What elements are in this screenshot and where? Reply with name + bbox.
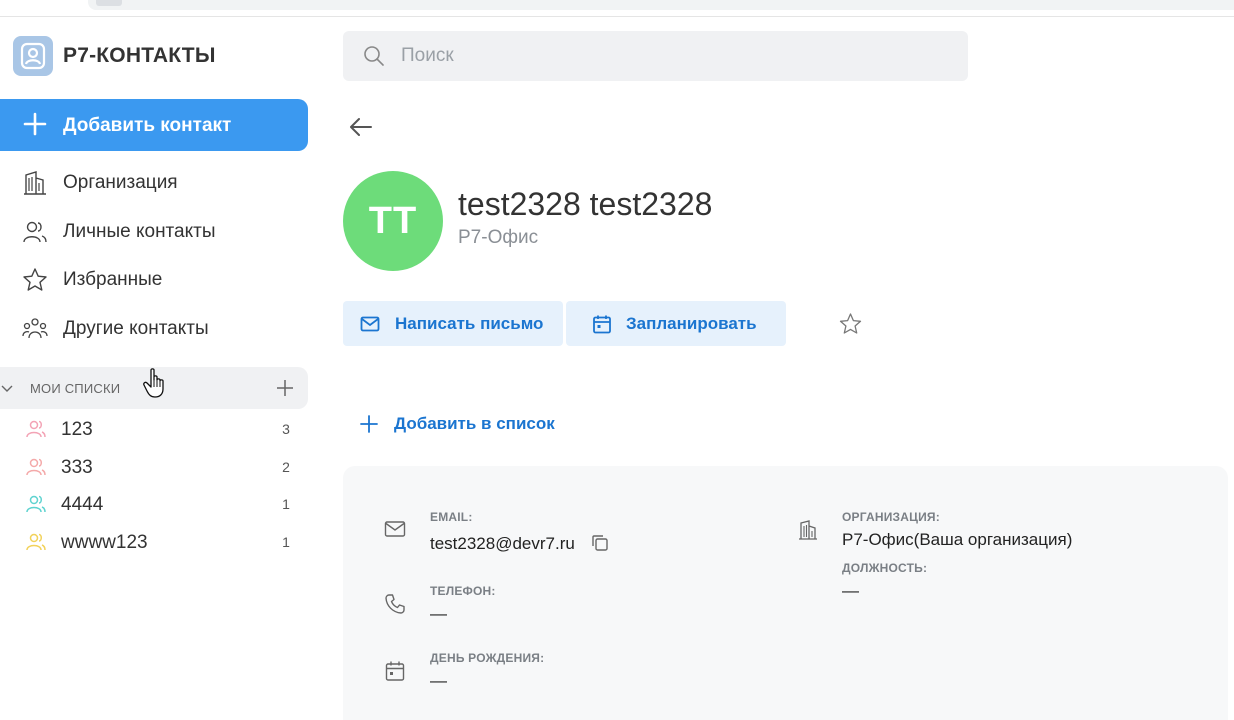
search-icon — [364, 46, 384, 66]
back-arrow-icon[interactable] — [347, 113, 375, 141]
search-bar[interactable] — [343, 31, 968, 81]
contact-name: test2328 test2328 — [458, 186, 713, 222]
organization-value: Р7-Офис(Ваша организация) — [842, 530, 1073, 549]
site-favicon — [96, 0, 122, 6]
hand-cursor-icon — [143, 368, 164, 398]
add-contact-label: Добавить контакт — [63, 115, 232, 136]
envelope-icon — [384, 521, 406, 537]
phone-icon — [385, 594, 405, 614]
brand-name: Р7-КОНТАКТЫ — [63, 44, 216, 67]
list-users-icon — [26, 458, 46, 476]
browser-top-strip — [0, 0, 1234, 17]
sidebar-item-label: Личные контакты — [63, 221, 216, 242]
list-item-label: 333 — [61, 457, 93, 478]
calendar-icon — [593, 315, 611, 334]
write-email-label: Написать письмо — [395, 314, 544, 333]
position-value: — — [842, 581, 859, 600]
list-item-4444[interactable]: 4444 1 — [0, 485, 308, 521]
list-users-icon — [26, 533, 46, 551]
list-item-wwww123[interactable]: wwww123 1 — [0, 523, 308, 559]
list-item-count: 1 — [282, 534, 290, 550]
list-item-label: wwww123 — [61, 532, 148, 553]
list-item-333[interactable]: 333 2 — [0, 448, 308, 484]
sidebar-item-label: Организация — [63, 172, 178, 193]
birthday-value: — — [430, 671, 447, 690]
list-item-count: 2 — [282, 459, 290, 475]
building-icon — [799, 520, 817, 540]
list-users-icon — [26, 495, 46, 513]
building-icon — [24, 171, 46, 195]
sidebar-item-other-contacts[interactable]: Другие контакты — [0, 307, 308, 349]
list-item-label: 123 — [61, 419, 93, 440]
sidebar-item-organization[interactable]: Организация — [0, 161, 308, 203]
calendar-icon — [385, 661, 405, 681]
users-icon — [23, 221, 47, 243]
contact-organization: Р7-Офис — [458, 227, 539, 248]
birthday-label: ДЕНЬ РОЖДЕНИЯ: — [430, 651, 545, 665]
add-to-list-label: Добавить в список — [394, 414, 555, 433]
my-lists-title: МОИ СПИСКИ — [30, 381, 121, 396]
schedule-button[interactable]: Запланировать — [566, 301, 786, 346]
chevron-down-icon — [1, 385, 13, 392]
plus-icon — [360, 415, 378, 433]
star-icon — [23, 268, 47, 291]
brand[interactable]: Р7-КОНТАКТЫ — [13, 36, 216, 76]
plus-icon — [23, 112, 47, 136]
copy-icon[interactable] — [590, 533, 610, 553]
add-contact-button[interactable]: Добавить контакт — [0, 99, 308, 151]
sidebar-item-label: Избранные — [63, 269, 163, 290]
contact-avatar: TT — [343, 171, 443, 271]
phone-value: — — [430, 604, 447, 623]
sidebar-item-label: Другие контакты — [63, 318, 209, 339]
phone-label: ТЕЛЕФОН: — [430, 584, 496, 598]
organization-label: ОРГАНИЗАЦИЯ: — [842, 510, 940, 524]
contacts-logo-icon — [13, 36, 53, 76]
list-item-count: 1 — [282, 496, 290, 512]
list-item-label: 4444 — [61, 494, 104, 515]
sidebar-item-personal-contacts[interactable]: Личные контакты — [0, 210, 308, 252]
position-label: ДОЛЖНОСТЬ: — [842, 561, 928, 575]
list-item-123[interactable]: 123 3 — [0, 410, 308, 446]
write-email-button[interactable]: Написать письмо — [343, 301, 563, 346]
list-users-icon — [26, 420, 46, 438]
schedule-label: Запланировать — [626, 314, 757, 333]
group-icon — [22, 318, 48, 339]
email-value[interactable]: test2328@devr7.ru — [430, 534, 575, 554]
sidebar-item-favorites[interactable]: Избранные — [0, 258, 308, 300]
favorite-star-icon[interactable] — [838, 312, 863, 337]
list-item-count: 3 — [282, 421, 290, 437]
envelope-icon — [360, 316, 380, 332]
search-input[interactable] — [401, 41, 941, 71]
address-bar[interactable] — [88, 0, 1234, 10]
add-list-icon[interactable] — [275, 378, 295, 398]
email-label: EMAIL: — [430, 510, 473, 524]
